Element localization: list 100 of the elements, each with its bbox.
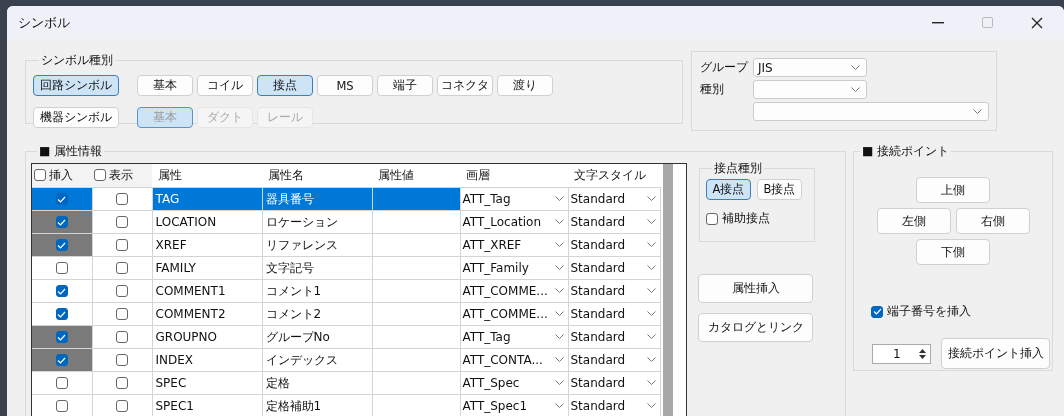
cell-dropdown[interactable]: ATT_Tag: [460, 326, 568, 347]
cell-dropdown[interactable]: Standard: [568, 257, 660, 278]
checkbox[interactable]: [55, 285, 68, 297]
scrollbar[interactable]: [662, 164, 673, 416]
cell-dropdown[interactable]: Standard: [568, 234, 660, 255]
cell-dropdown[interactable]: Standard: [568, 395, 660, 416]
chevron-down-icon[interactable]: [554, 196, 564, 201]
checkbox[interactable]: [55, 354, 68, 366]
chevron-down-icon[interactable]: [646, 403, 656, 408]
chevron-down-icon[interactable]: [554, 219, 564, 224]
checkbox[interactable]: [116, 400, 128, 412]
chevron-down-icon[interactable]: [554, 288, 564, 293]
chevron-down-icon[interactable]: [554, 334, 564, 339]
checkbox[interactable]: [116, 354, 128, 366]
spin-arrows-icon[interactable]: [918, 346, 927, 361]
checkbox[interactable]: [34, 169, 46, 182]
cell-dropdown[interactable]: ATT_Tag: [460, 188, 568, 209]
chevron-down-icon[interactable]: [554, 265, 564, 270]
contact-type-button[interactable]: A接点: [706, 179, 751, 200]
chevron-down-icon[interactable]: [646, 311, 656, 316]
chevron-down-icon[interactable]: [646, 219, 656, 224]
bottom-side-button[interactable]: 下側: [916, 239, 990, 265]
table-row[interactable]: SPEC 定格 ATT_Spec Standard: [32, 371, 660, 394]
chevron-down-icon[interactable]: [646, 196, 656, 201]
insert-point-button[interactable]: 接続ポイント挿入: [941, 338, 1050, 369]
chevron-down-icon[interactable]: [646, 242, 656, 247]
checkbox[interactable]: [116, 308, 128, 320]
cell-dropdown[interactable]: Standard: [568, 326, 660, 347]
cell-dropdown[interactable]: Standard: [568, 349, 660, 370]
chevron-down-icon[interactable]: [646, 288, 656, 293]
type-button[interactable]: MS: [317, 75, 373, 96]
contact-type-button[interactable]: B接点: [757, 179, 802, 200]
cell-dropdown[interactable]: ATT_Location: [460, 211, 568, 232]
checkbox[interactable]: [55, 308, 68, 320]
table-row[interactable]: SPEC1 定格補助1 ATT_Spec1 Standard: [32, 394, 660, 416]
chevron-down-icon[interactable]: [554, 242, 564, 247]
chevron-down-icon[interactable]: [554, 311, 564, 316]
checkbox[interactable]: [116, 331, 128, 343]
table-row[interactable]: COMMENT2 コメント2 ATT_COMME... Standard: [32, 302, 660, 325]
column-header[interactable]: 文字スタイル: [568, 168, 646, 183]
type-button[interactable]: 端子: [377, 75, 433, 96]
table-row[interactable]: INDEX インデックス ATT_CONTA... Standard: [32, 348, 660, 371]
checkbox[interactable]: [116, 285, 128, 297]
chevron-down-icon[interactable]: [646, 265, 656, 270]
action-button[interactable]: カタログとリンク: [698, 313, 813, 342]
checkbox[interactable]: [55, 331, 68, 343]
checkbox[interactable]: [94, 169, 106, 182]
cell-dropdown[interactable]: Standard: [568, 303, 660, 324]
cell-dropdown[interactable]: ATT_Spec1: [460, 395, 568, 416]
checkbox[interactable]: [116, 262, 128, 274]
type-button[interactable]: コネクタ: [437, 75, 493, 96]
chevron-down-icon[interactable]: [646, 380, 656, 385]
top-side-button[interactable]: 上側: [916, 177, 990, 203]
count-spinner[interactable]: 1: [872, 343, 931, 364]
checkbox[interactable]: [55, 239, 68, 251]
chevron-down-icon[interactable]: [973, 109, 982, 114]
table-row[interactable]: FAMILY 文字記号 ATT_Family Standard: [32, 256, 660, 279]
cell-dropdown[interactable]: ATT_COMME...: [460, 303, 568, 324]
group-dropdown[interactable]: JIS: [753, 58, 867, 77]
checkbox[interactable]: [55, 216, 68, 228]
cell-dropdown[interactable]: Standard: [568, 280, 660, 301]
table-row[interactable]: LOCATION ロケーション ATT_Location Standard: [32, 210, 660, 233]
cell-dropdown[interactable]: Standard: [568, 211, 660, 232]
table-row[interactable]: TAG 器具番号 ATT_Tag Standard: [32, 187, 660, 210]
table-row[interactable]: XREF リファレンス ATT_XREF Standard: [32, 233, 660, 256]
cell-dropdown[interactable]: ATT_CONTA...: [460, 349, 568, 370]
minimize-icon[interactable]: [932, 21, 944, 24]
column-header[interactable]: 属性値: [372, 168, 414, 183]
chevron-down-icon[interactable]: [646, 357, 656, 362]
cell-dropdown[interactable]: ATT_Family: [460, 257, 568, 278]
category-button[interactable]: 回路シンボル: [33, 75, 119, 96]
chevron-down-icon[interactable]: [851, 65, 860, 70]
checkbox[interactable]: [55, 400, 68, 412]
checkbox[interactable]: [55, 377, 68, 389]
cell-dropdown[interactable]: Standard: [568, 372, 660, 393]
close-icon[interactable]: [1031, 16, 1043, 29]
cell-dropdown[interactable]: ATT_COMME...: [460, 280, 568, 301]
cell-dropdown[interactable]: ATT_Spec: [460, 372, 568, 393]
type-button[interactable]: 渡り: [497, 75, 553, 96]
action-button[interactable]: 属性挿入: [698, 274, 813, 303]
checkbox[interactable]: [116, 216, 128, 228]
cell-dropdown[interactable]: Standard: [568, 188, 660, 209]
table-row[interactable]: COMMENT1 コメント1 ATT_COMME... Standard: [32, 279, 660, 302]
checkbox[interactable]: [116, 377, 128, 389]
checkbox[interactable]: [871, 305, 883, 318]
chevron-down-icon[interactable]: [554, 380, 564, 385]
table-row[interactable]: GROUPNO グループNo ATT_Tag Standard: [32, 325, 660, 348]
checkbox[interactable]: [116, 193, 128, 205]
checkbox[interactable]: [55, 262, 68, 274]
chevron-down-icon[interactable]: [554, 357, 564, 362]
left-side-button[interactable]: 左側: [876, 208, 951, 234]
category-button[interactable]: 機器シンボル: [33, 107, 119, 128]
type-button[interactable]: 基本: [137, 75, 193, 96]
chevron-down-icon[interactable]: [851, 87, 860, 92]
checkbox[interactable]: [55, 193, 68, 205]
chevron-down-icon[interactable]: [554, 403, 564, 408]
type-button[interactable]: コイル: [197, 75, 253, 96]
column-header[interactable]: 画層: [460, 168, 490, 183]
right-side-button[interactable]: 右側: [955, 208, 1030, 234]
type-button[interactable]: 接点: [257, 75, 313, 96]
